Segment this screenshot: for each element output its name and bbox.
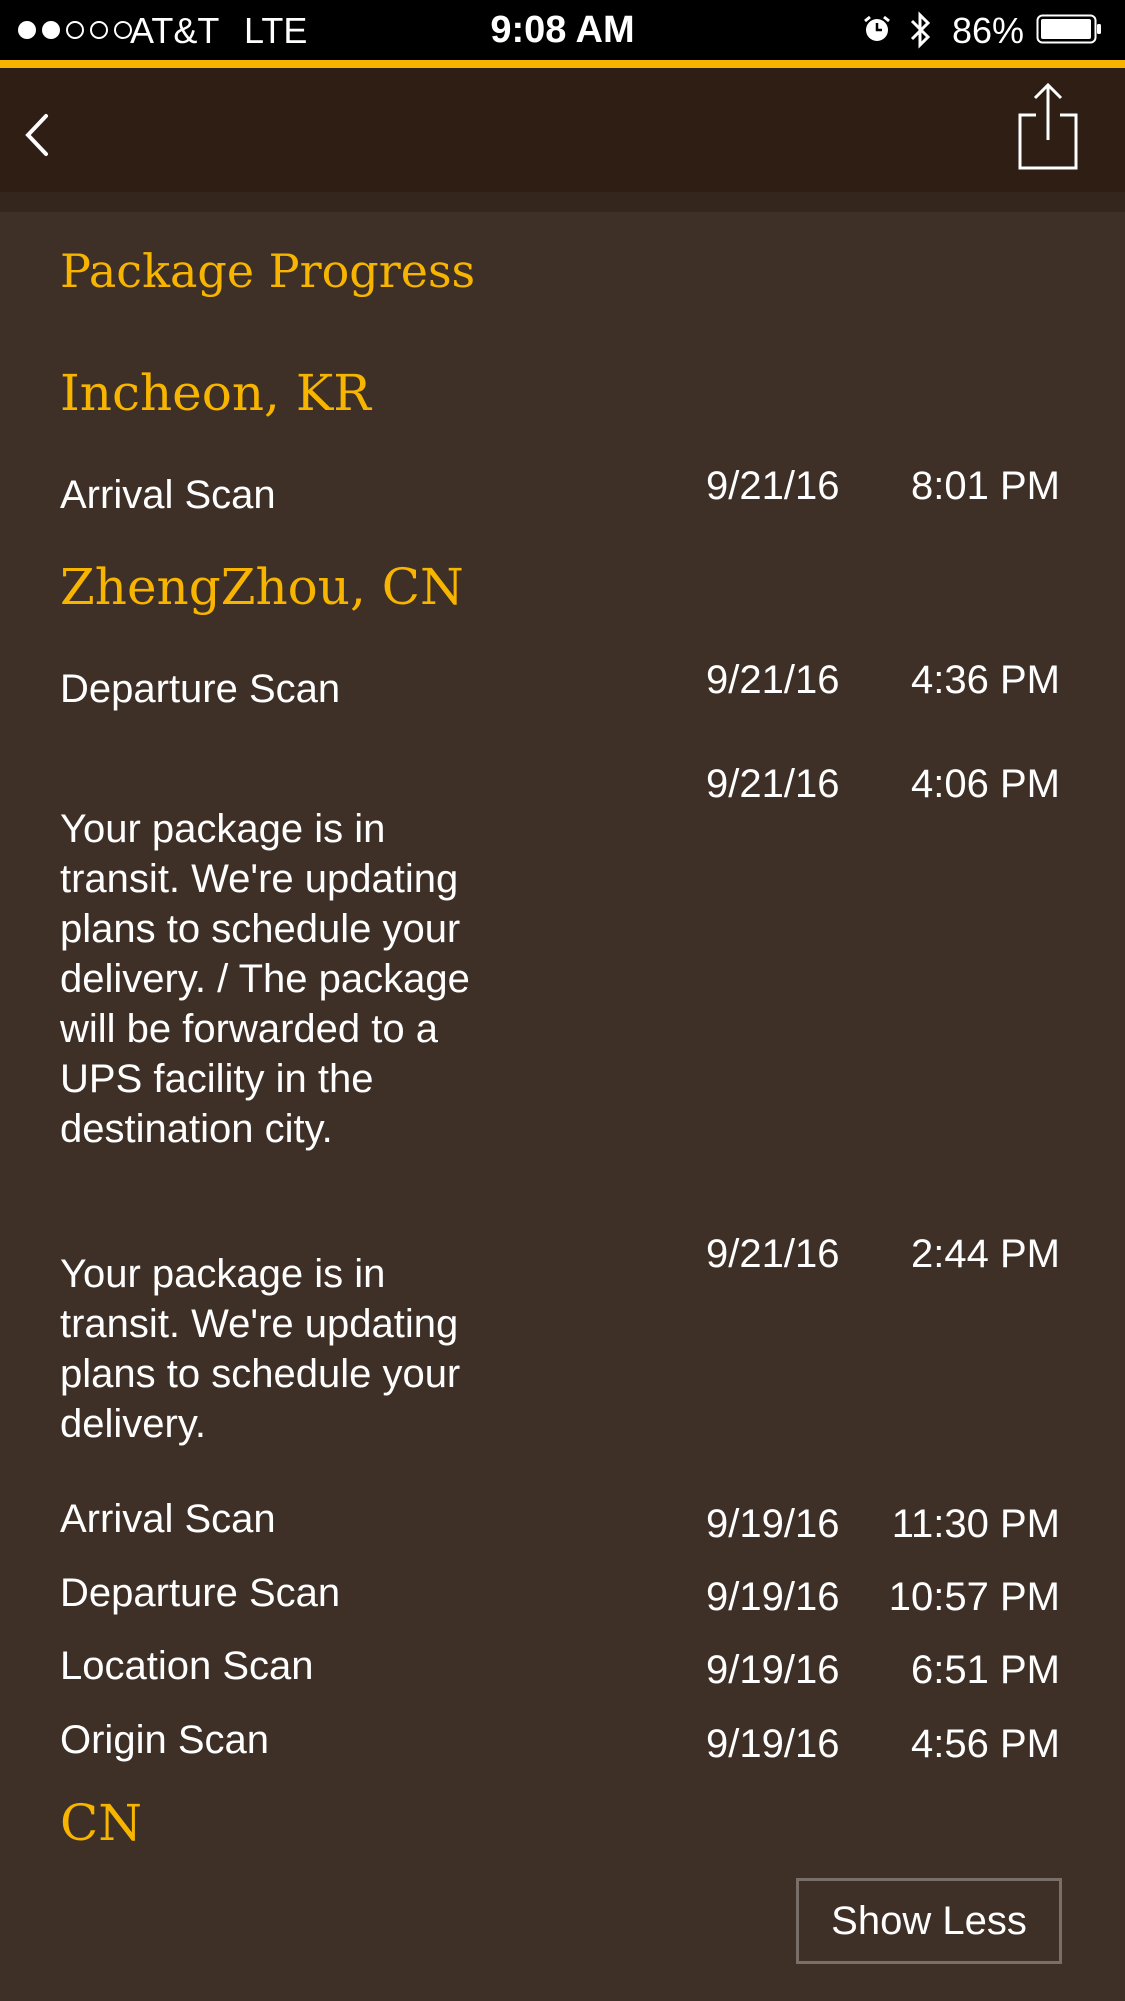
battery-percent: 86%	[952, 10, 1025, 51]
event-activity: Location Scan	[60, 1644, 314, 1688]
event-activity: Arrival Scan	[60, 1497, 276, 1541]
event-date: 9/19/16	[706, 1648, 840, 1692]
navigation-bar	[0, 68, 1125, 192]
event-date: 9/21/16	[706, 658, 840, 702]
show-less-button[interactable]: Show Less	[796, 1878, 1062, 1964]
event-time: 6:51 PM	[911, 1648, 1060, 1692]
bluetooth-icon	[910, 11, 931, 49]
battery-icon	[1036, 14, 1101, 44]
event-date: 9/19/16	[706, 1722, 840, 1766]
event-date: 9/19/16	[706, 1502, 840, 1546]
nav-separator	[0, 192, 1125, 212]
event-date: 9/21/16	[706, 464, 840, 508]
event-activity: Origin Scan	[60, 1718, 269, 1762]
alarm-icon	[864, 15, 890, 41]
event-date: 9/21/16	[706, 1232, 840, 1276]
chevron-left-icon[interactable]	[18, 110, 58, 160]
event-date: 9/21/16	[706, 762, 840, 806]
event-time: 2:44 PM	[911, 1232, 1060, 1276]
event-time: 4:36 PM	[911, 658, 1060, 702]
event-time: 11:30 PM	[891, 1502, 1060, 1546]
status-bar: AT&T LTE 9:08 AM 86%	[0, 0, 1125, 60]
event-date: 9/19/16	[706, 1575, 840, 1619]
event-time: 10:57 PM	[888, 1575, 1060, 1619]
event-activity: Arrival Scan	[60, 473, 276, 517]
event-activity: Your package is in transit. We're updati…	[60, 807, 470, 1151]
event-activity: Departure Scan	[60, 1571, 341, 1615]
section-title: Package Progress	[60, 244, 476, 298]
event-time: 4:06 PM	[911, 762, 1060, 806]
location-heading: Incheon, KR	[60, 364, 371, 422]
accent-divider	[0, 60, 1125, 68]
location-heading: CN	[60, 1794, 143, 1852]
event-activity: Your package is in transit. We're updati…	[60, 1252, 461, 1446]
event-time: 8:01 PM	[911, 464, 1060, 508]
share-icon[interactable]	[1016, 82, 1080, 172]
event-time: 4:56 PM	[911, 1722, 1060, 1766]
event-activity: Departure Scan	[60, 667, 341, 711]
location-heading: ZhengZhou, CN	[60, 558, 464, 616]
